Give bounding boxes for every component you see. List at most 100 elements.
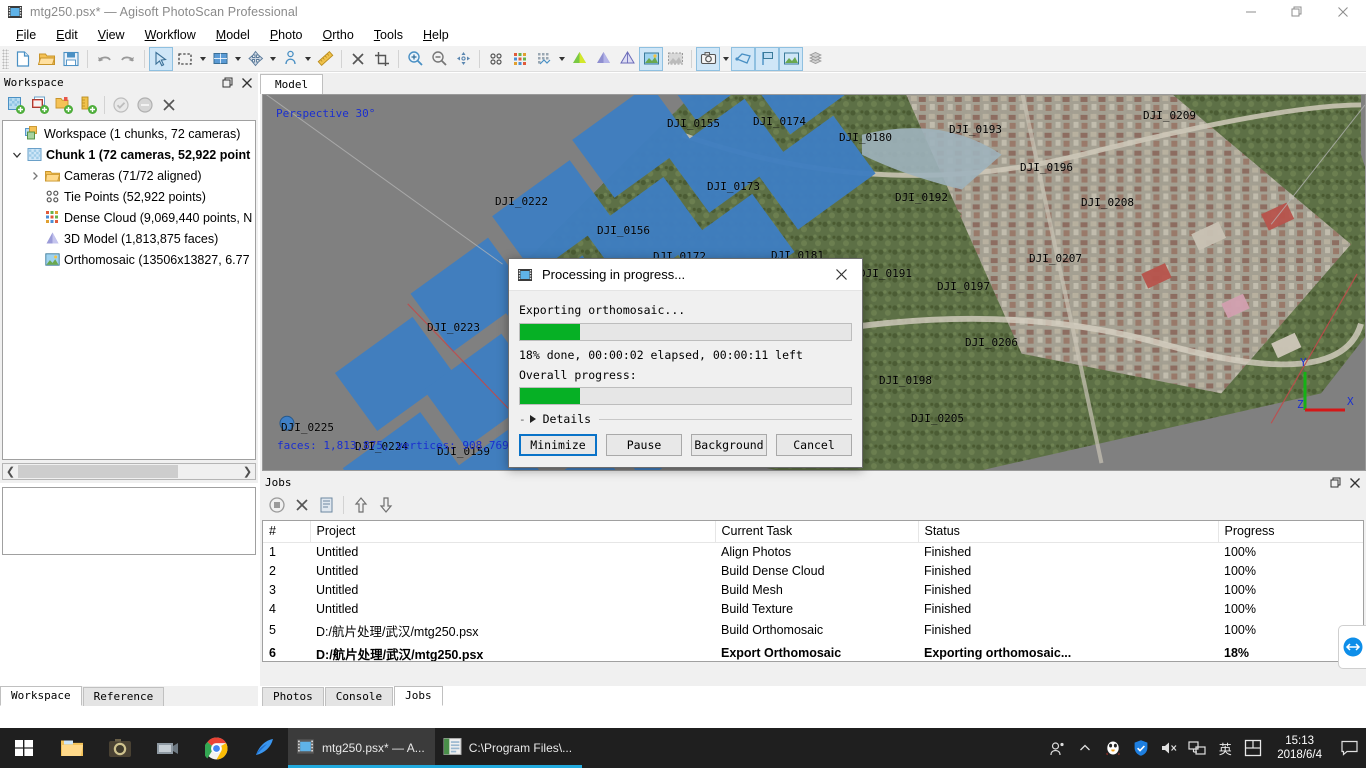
volume-muted-icon[interactable] bbox=[1155, 728, 1183, 768]
maximize-icon[interactable] bbox=[1274, 0, 1320, 24]
table-row[interactable]: 5 D:/航片处理/武汉/mtg250.psx Build Orthomosai… bbox=[263, 619, 1363, 642]
undo-icon[interactable] bbox=[92, 47, 116, 71]
menu-ortho[interactable]: Ortho bbox=[313, 26, 364, 44]
remove-job-icon[interactable] bbox=[289, 493, 314, 517]
show-dense-cloud-icon[interactable] bbox=[532, 47, 556, 71]
show-hidden-icons-icon[interactable] bbox=[1071, 728, 1099, 768]
table-row[interactable]: 3 Untitled Build Mesh Finished 100% bbox=[263, 581, 1363, 600]
chevron-down-icon[interactable] bbox=[267, 47, 278, 71]
close-icon[interactable] bbox=[1347, 475, 1363, 491]
menu-tools[interactable]: Tools bbox=[364, 26, 413, 44]
tree-item-orthomosaic[interactable]: Orthomosaic (13506x13827, 6.77 bbox=[3, 249, 255, 270]
taskbar-item-photoscan[interactable]: mtg250.psx* — A... bbox=[288, 728, 435, 768]
file-explorer-icon[interactable] bbox=[48, 728, 96, 768]
ime-english-icon[interactable]: 英 bbox=[1211, 728, 1239, 768]
show-mesh-solid-icon[interactable] bbox=[591, 47, 615, 71]
menu-edit[interactable]: Edit bbox=[46, 26, 88, 44]
menu-view[interactable]: View bbox=[88, 26, 135, 44]
delete-selection-icon[interactable] bbox=[346, 47, 370, 71]
show-cameras-icon[interactable] bbox=[484, 47, 508, 71]
column-header-progress[interactable]: Progress bbox=[1218, 521, 1363, 543]
toolbar-grip[interactable] bbox=[2, 48, 9, 69]
action-center-icon[interactable] bbox=[1332, 728, 1366, 768]
tab-jobs[interactable]: Jobs bbox=[394, 686, 443, 706]
undock-icon[interactable] bbox=[220, 75, 236, 91]
enable-icon[interactable] bbox=[109, 93, 133, 117]
processing-dialog[interactable]: Processing in progress... Exporting orth… bbox=[508, 258, 863, 468]
ime-mode-icon[interactable] bbox=[1239, 728, 1267, 768]
disable-icon[interactable] bbox=[133, 93, 157, 117]
teamviewer-arrows-icon[interactable] bbox=[1338, 625, 1366, 669]
add-chunk-icon[interactable] bbox=[4, 93, 28, 117]
reset-view-icon[interactable] bbox=[451, 47, 475, 71]
chevron-right-icon[interactable] bbox=[27, 168, 43, 184]
chevron-down-icon[interactable] bbox=[556, 47, 567, 71]
people-icon[interactable] bbox=[1043, 728, 1071, 768]
stop-icon[interactable] bbox=[264, 493, 289, 517]
tree-item-workspace[interactable]: Workspace (1 chunks, 72 cameras) bbox=[3, 123, 255, 144]
show-dem-icon[interactable] bbox=[663, 47, 687, 71]
tree-item-tie-points[interactable]: Tie Points (52,922 points) bbox=[3, 186, 255, 207]
zoom-out-icon[interactable] bbox=[427, 47, 451, 71]
windows-start-icon[interactable] bbox=[0, 728, 48, 768]
rectangle-select-icon[interactable] bbox=[173, 47, 197, 71]
tree-item-cameras[interactable]: Cameras (71/72 aligned) bbox=[3, 165, 255, 186]
camera-app-icon[interactable] bbox=[96, 728, 144, 768]
menu-help[interactable]: Help bbox=[413, 26, 459, 44]
network-icon[interactable] bbox=[1183, 728, 1211, 768]
taskbar-clock[interactable]: 15:13 2018/6/4 bbox=[1267, 734, 1332, 762]
tab-console[interactable]: Console bbox=[324, 687, 394, 706]
show-images-icon[interactable] bbox=[779, 46, 803, 71]
table-row[interactable]: 1 Untitled Align Photos Finished 100% bbox=[263, 543, 1363, 562]
column-header-status[interactable]: Status bbox=[918, 521, 1219, 543]
show-markers-icon[interactable] bbox=[755, 46, 779, 71]
ruler-icon[interactable] bbox=[313, 47, 337, 71]
cancel-button[interactable]: Cancel bbox=[776, 434, 852, 456]
new-project-icon[interactable] bbox=[11, 47, 35, 71]
kingsoft-icon[interactable] bbox=[240, 728, 288, 768]
menu-file[interactable]: File bbox=[6, 26, 46, 44]
show-tiles-icon[interactable] bbox=[803, 47, 827, 71]
chevron-down-icon[interactable] bbox=[9, 147, 25, 163]
menu-model[interactable]: Model bbox=[206, 26, 260, 44]
security-shield-icon[interactable] bbox=[1127, 728, 1155, 768]
crop-selection-icon[interactable] bbox=[370, 47, 394, 71]
show-tiepoints-icon[interactable] bbox=[508, 47, 532, 71]
table-row[interactable]: 4 Untitled Build Texture Finished 100% bbox=[263, 600, 1363, 619]
tab-photos[interactable]: Photos bbox=[262, 687, 324, 706]
tree-item-dense-cloud[interactable]: Dense Cloud (9,069,440 points, N bbox=[3, 207, 255, 228]
zoom-in-icon[interactable] bbox=[403, 47, 427, 71]
menu-photo[interactable]: Photo bbox=[260, 26, 313, 44]
column-header-task[interactable]: Current Task bbox=[715, 521, 919, 543]
chevron-down-icon[interactable] bbox=[232, 47, 243, 71]
show-shapes-icon[interactable] bbox=[731, 46, 755, 71]
undock-icon[interactable] bbox=[1328, 475, 1344, 491]
workspace-horizontal-scrollbar[interactable]: ❮ ❯ bbox=[2, 463, 256, 480]
chevron-down-icon[interactable] bbox=[197, 47, 208, 71]
chevron-down-icon[interactable] bbox=[720, 47, 731, 71]
remove-icon[interactable] bbox=[157, 93, 181, 117]
add-photos-icon[interactable] bbox=[28, 93, 52, 117]
add-markers-icon[interactable] bbox=[76, 93, 100, 117]
workspace-tree[interactable]: Workspace (1 chunks, 72 cameras) Chunk 1… bbox=[2, 120, 256, 460]
table-row[interactable]: 6 D:/航片处理/武汉/mtg250.psx Export Orthomosa… bbox=[263, 642, 1363, 661]
background-button[interactable]: Background bbox=[691, 434, 767, 456]
jobs-table[interactable]: # Project Current Task Status Progress 1… bbox=[262, 520, 1364, 662]
show-orthomosaic-icon[interactable] bbox=[639, 46, 663, 71]
video-app-icon[interactable] bbox=[144, 728, 192, 768]
navigation-tool-icon[interactable] bbox=[149, 46, 173, 71]
chevron-right-icon[interactable] bbox=[529, 415, 536, 423]
tree-item-chunk-1[interactable]: Chunk 1 (72 cameras, 52,922 point bbox=[3, 144, 255, 165]
move-up-icon[interactable] bbox=[348, 493, 373, 517]
column-header-project[interactable]: Project bbox=[310, 521, 716, 543]
scroll-left-icon[interactable]: ❮ bbox=[3, 464, 18, 479]
show-cameras-toggle-icon[interactable] bbox=[696, 46, 720, 71]
move-down-icon[interactable] bbox=[373, 493, 398, 517]
close-icon[interactable] bbox=[1320, 0, 1366, 24]
close-icon[interactable] bbox=[239, 75, 255, 91]
column-header-index[interactable]: # bbox=[263, 521, 311, 543]
scrollbar-thumb[interactable] bbox=[18, 465, 178, 478]
show-mesh-wireframe-icon[interactable] bbox=[615, 47, 639, 71]
table-row[interactable]: 2 Untitled Build Dense Cloud Finished 10… bbox=[263, 562, 1363, 581]
show-mesh-shaded-icon[interactable] bbox=[567, 47, 591, 71]
